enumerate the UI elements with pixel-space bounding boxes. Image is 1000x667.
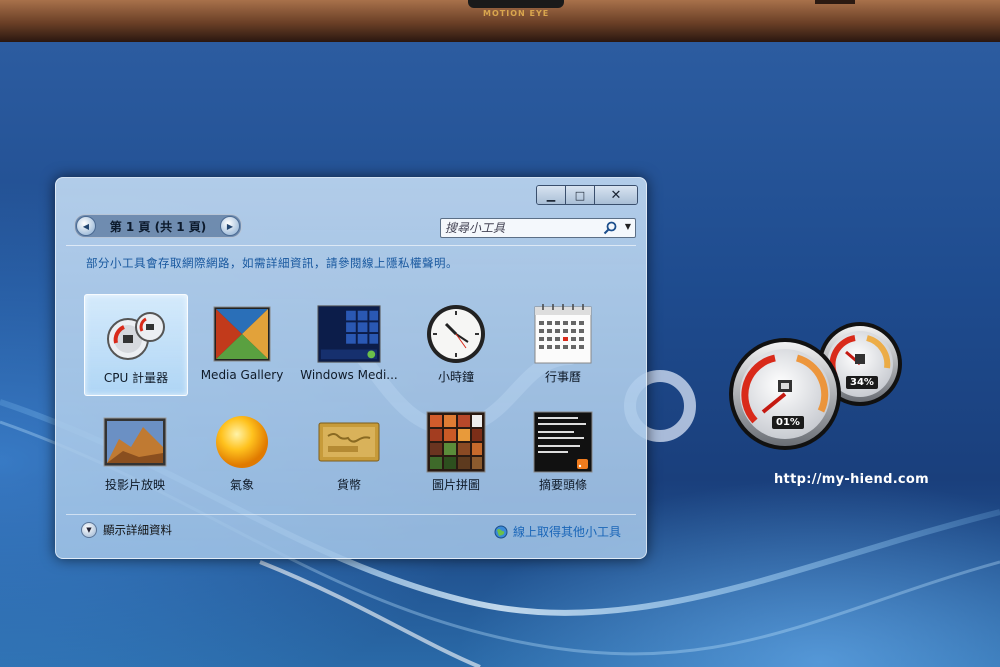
next-page-icon[interactable]: ▶	[220, 216, 240, 236]
search-input[interactable]	[445, 220, 595, 236]
memory-usage-value: 34%	[846, 376, 878, 389]
gadget-media-gallery[interactable]: Media Gallery	[191, 294, 293, 394]
gadget-label: 圖片拼圖	[431, 478, 480, 492]
footer-divider	[66, 514, 636, 515]
gadget-label: Media Gallery	[200, 368, 284, 382]
maximize-button[interactable]: □	[565, 186, 594, 204]
feed-headlines-icon	[531, 410, 595, 474]
gadget-label: 小時鐘	[437, 370, 474, 384]
close-button[interactable]: ✕	[594, 186, 637, 204]
clock-icon	[424, 302, 488, 366]
chevron-down-icon[interactable]: ▼	[81, 522, 97, 538]
get-more-gadgets-label: 線上取得其他小工具	[512, 525, 621, 539]
cpu-gauge-icon	[729, 322, 902, 450]
laptop-bezel: MOTION EYE	[0, 0, 1000, 42]
webcam	[468, 0, 564, 8]
gadget-label: 行事曆	[544, 370, 581, 384]
gadget-feed-headlines[interactable]: 摘要頭條	[512, 402, 614, 502]
gadget-clock[interactable]: 小時鐘	[405, 294, 507, 394]
header-divider	[66, 245, 636, 246]
cpu-usage-value: 01%	[772, 416, 804, 429]
privacy-notice[interactable]: 部分小工具會存取網際網路，如需詳細資訊，請參閱線上隱私權聲明。	[86, 255, 458, 271]
gadget-calendar[interactable]: 行事曆	[512, 294, 614, 394]
search-box[interactable]: ▼	[440, 218, 636, 238]
window-controls: ▁ □ ✕	[536, 185, 638, 205]
gadget-currency[interactable]: 貨幣	[298, 402, 400, 502]
bezel-notch	[815, 0, 855, 4]
previous-page-icon[interactable]: ◀	[76, 216, 96, 236]
gadget-gallery-window[interactable]: ▁ □ ✕ ◀ 第 1 頁 (共 1 頁) ▶ ▼ 部分小工具會存取網際網路，如…	[55, 177, 647, 559]
gadget-windows-media[interactable]: Windows Medi...	[298, 294, 400, 394]
get-more-gadgets-link[interactable]: 線上取得其他小工具	[494, 523, 621, 540]
currency-icon	[317, 410, 381, 474]
gadget-label: 氣象	[229, 478, 254, 492]
cpu-meter-icon	[104, 303, 168, 367]
gadget-label: 投影片放映	[104, 478, 165, 492]
camera-label: MOTION EYE	[483, 9, 550, 18]
search-icon[interactable]	[603, 221, 617, 235]
picture-puzzle-icon	[424, 410, 488, 474]
show-details-toggle[interactable]: ▼ 顯示詳細資料	[81, 522, 172, 538]
gadget-grid: CPU 計量器 Media Gallery Windows Medi... 小時…	[84, 294, 624, 508]
gadget-label: 摘要頭條	[538, 478, 587, 492]
chevron-down-icon[interactable]: ▼	[625, 222, 631, 231]
cpu-meter-gadget[interactable]: 01% 34%	[725, 316, 915, 456]
gadget-cpu-meter[interactable]: CPU 計量器	[84, 294, 188, 396]
weather-icon	[210, 410, 274, 474]
watermark-url: http://my-hiend.com	[774, 472, 930, 487]
show-details-label: 顯示詳細資料	[103, 523, 172, 537]
gadget-label: 貨幣	[336, 478, 361, 492]
globe-icon	[494, 525, 508, 538]
calendar-icon	[531, 302, 595, 366]
slideshow-icon	[103, 410, 167, 474]
gadget-slideshow[interactable]: 投影片放映	[84, 402, 186, 502]
windows-media-icon	[317, 302, 381, 366]
page-navigator: ◀ 第 1 頁 (共 1 頁) ▶	[74, 214, 242, 238]
gadget-label: Windows Medi...	[300, 368, 398, 382]
gadget-picture-puzzle[interactable]: 圖片拼圖	[405, 402, 507, 502]
minimize-button[interactable]: ▁	[537, 186, 565, 204]
gadget-weather[interactable]: 氣象	[191, 402, 293, 502]
media-gallery-icon	[210, 302, 274, 366]
gadget-label: CPU 計量器	[103, 371, 169, 385]
page-indicator: 第 1 頁 (共 1 頁)	[109, 219, 207, 234]
